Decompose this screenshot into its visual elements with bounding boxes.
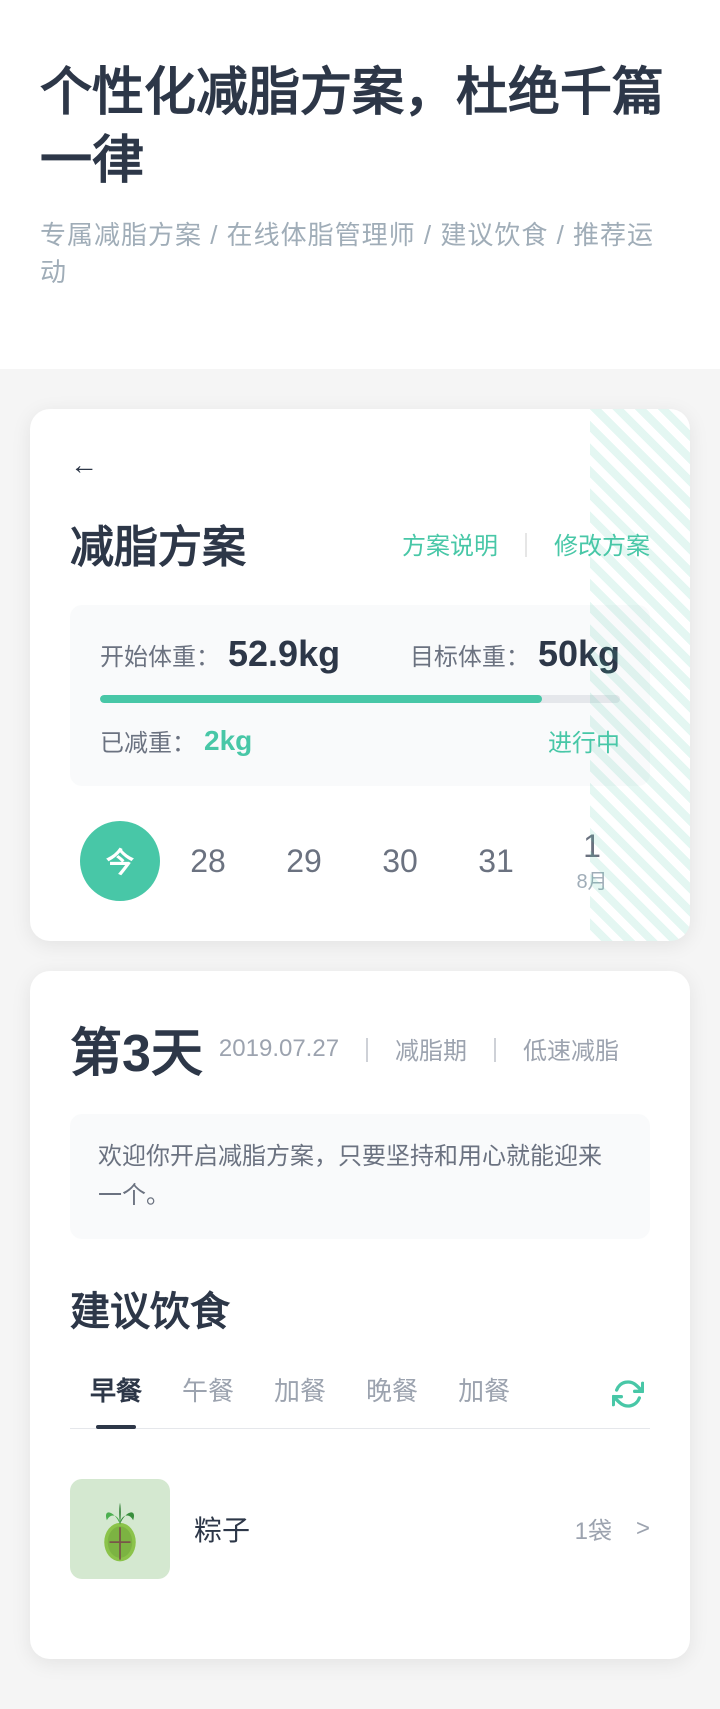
diet-section: 建议饮食 早餐 午餐 加餐 晚餐 加餐: [70, 1279, 650, 1599]
refresh-button[interactable]: [606, 1372, 650, 1416]
tab-snack1[interactable]: 加餐: [254, 1361, 346, 1428]
start-weight: 开始体重： 52.9kg: [100, 633, 340, 675]
main-title: 个性化减脂方案，杜绝千篇一律: [40, 60, 680, 195]
date-29[interactable]: 29: [256, 833, 352, 890]
day-sep2: ｜: [483, 1031, 507, 1066]
day-tag1: 减脂期: [395, 1031, 467, 1066]
date-30[interactable]: 30: [352, 833, 448, 890]
content-area: ← 减脂方案 方案说明 ｜ 修改方案 开始体重： 52.9kg 目标体重： 50…: [0, 389, 720, 1709]
action-explain[interactable]: 方案说明: [402, 526, 498, 561]
target-weight-label: 目标体重：: [410, 637, 530, 672]
progress-bar-fill: [100, 695, 542, 703]
day-meta: 第3天 2019.07.27 ｜ 减脂期 ｜ 低速减脂: [70, 1011, 650, 1086]
date-28[interactable]: 28: [160, 833, 256, 890]
lost-label: 已减重：: [100, 723, 196, 758]
action-modify[interactable]: 修改方案: [554, 526, 650, 561]
weight-row: 开始体重： 52.9kg 目标体重： 50kg: [100, 633, 620, 675]
day-sep1: ｜: [355, 1031, 379, 1066]
date-aug-1[interactable]: 1 8月: [544, 828, 640, 894]
tab-breakfast[interactable]: 早餐: [70, 1361, 162, 1428]
food-arrow-icon: >: [636, 1515, 650, 1543]
lost-value: 2kg: [204, 725, 252, 757]
loss-left: 已减重： 2kg: [100, 723, 252, 758]
target-weight-value: 50kg: [538, 633, 620, 675]
food-amount: 1袋: [575, 1511, 612, 1546]
status-badge: 进行中: [548, 723, 620, 758]
header-section: 个性化减脂方案，杜绝千篇一律 专属减脂方案 / 在线体脂管理师 / 建议饮食 /…: [0, 0, 720, 369]
day-tag2: 低速减脂: [523, 1031, 619, 1066]
date-31[interactable]: 31: [448, 833, 544, 890]
card-nav: ←: [70, 449, 650, 481]
food-image: [70, 1479, 170, 1579]
target-weight: 目标体重： 50kg: [410, 633, 620, 675]
card-actions: 方案说明 ｜ 修改方案: [402, 526, 650, 561]
card-title: 减脂方案: [70, 511, 246, 575]
card-header: 减脂方案 方案说明 ｜ 修改方案: [70, 511, 650, 575]
start-weight-label: 开始体重：: [100, 637, 220, 672]
weight-box: 开始体重： 52.9kg 目标体重： 50kg 已减重： 2kg 进行中: [70, 605, 650, 786]
loss-row: 已减重： 2kg 进行中: [100, 723, 620, 758]
back-arrow[interactable]: ←: [70, 449, 98, 481]
start-weight-value: 52.9kg: [228, 633, 340, 675]
plan-card: ← 减脂方案 方案说明 ｜ 修改方案 开始体重： 52.9kg 目标体重： 50…: [30, 409, 690, 941]
tab-snack2[interactable]: 加餐: [438, 1361, 530, 1428]
date-selector: 今 28 29 30 31 1 8月: [70, 821, 650, 901]
today-button[interactable]: 今: [80, 821, 160, 901]
diet-section-title: 建议饮食: [70, 1279, 650, 1337]
progress-bar-container: [100, 695, 620, 703]
tab-lunch[interactable]: 午餐: [162, 1361, 254, 1428]
sub-title: 专属减脂方案 / 在线体脂管理师 / 建议饮食 / 推荐运动: [40, 215, 680, 289]
day-date: 2019.07.27: [219, 1035, 339, 1063]
date-aug-1-number: 1: [544, 828, 640, 865]
meal-tabs: 早餐 午餐 加餐 晚餐 加餐: [70, 1361, 650, 1429]
tab-dinner[interactable]: 晚餐: [346, 1361, 438, 1428]
food-item-zongzi[interactable]: 粽子 1袋 >: [70, 1459, 650, 1599]
day-card: 第3天 2019.07.27 ｜ 减脂期 ｜ 低速减脂 欢迎你开启减脂方案，只要…: [30, 971, 690, 1659]
date-aug-1-month: 8月: [544, 865, 640, 894]
action-divider: ｜: [514, 526, 538, 561]
day-number: 第3天: [70, 1011, 203, 1086]
food-name: 粽子: [194, 1509, 551, 1549]
day-message: 欢迎你开启减脂方案，只要坚持和用心就能迎来一个。: [70, 1114, 650, 1239]
